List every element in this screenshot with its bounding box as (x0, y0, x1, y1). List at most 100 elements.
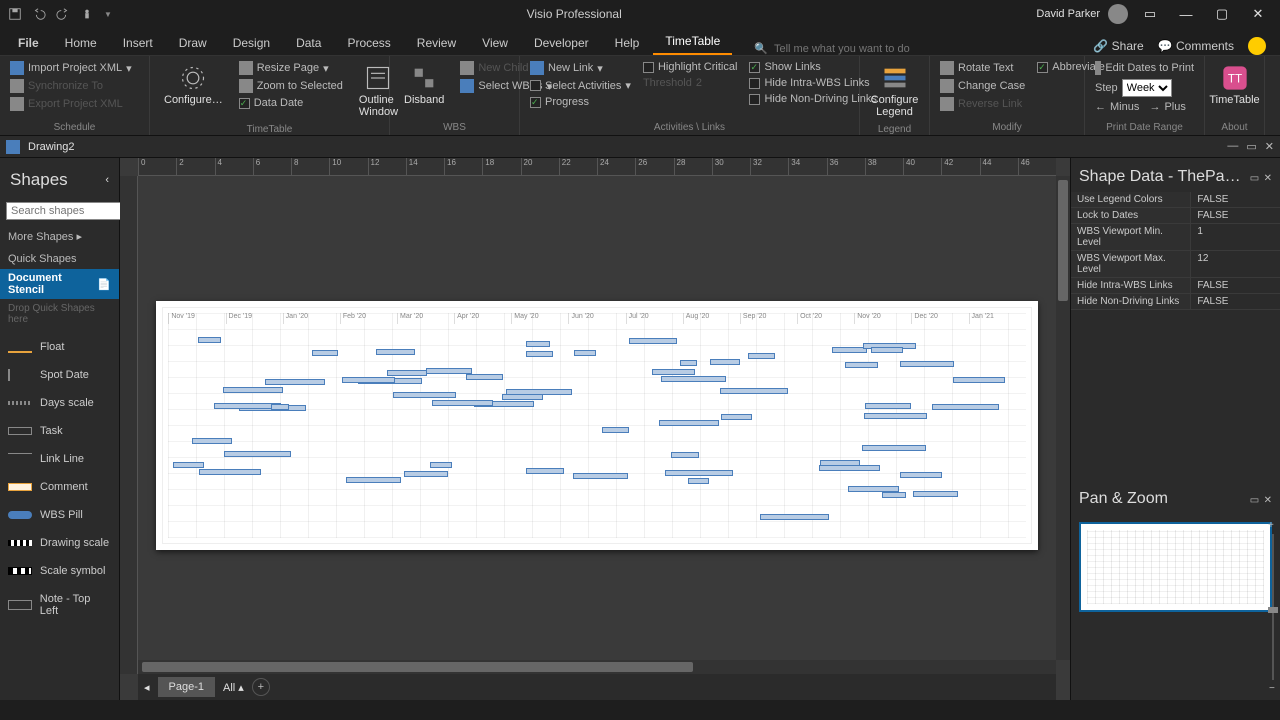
qat-dropdown-icon[interactable]: ▼ (104, 10, 112, 19)
threshold-button: Threshold 2 (641, 76, 739, 90)
page-tab-1[interactable]: Page-1 (158, 677, 215, 697)
rotate-text-button[interactable]: Rotate Text (938, 60, 1027, 76)
doc-restore-icon[interactable]: ▭ (1246, 140, 1256, 153)
comments-button[interactable]: 💬 Comments (1158, 39, 1234, 53)
horizontal-scrollbar[interactable] (138, 660, 1056, 674)
shape-float[interactable]: Float (0, 333, 119, 361)
minimize-icon[interactable]: — (1172, 7, 1200, 22)
maximize-icon[interactable]: ▢ (1208, 6, 1236, 22)
select-activities-button[interactable]: Select Activities ▾ (528, 78, 633, 93)
vertical-ruler (120, 176, 138, 674)
shapes-panel-title: Shapes (10, 170, 68, 190)
group-timetable-label: TimeTable (158, 122, 381, 135)
tab-insert[interactable]: Insert (111, 30, 165, 55)
group-modify-label: Modify (938, 120, 1076, 133)
shape-wbs-pill[interactable]: WBS Pill (0, 501, 119, 529)
import-project-xml-button[interactable]: Import Project XML ▾ (8, 60, 134, 76)
shape-note-top-left[interactable]: Note - Top Left (0, 585, 119, 625)
document-icon (6, 140, 20, 154)
shape-comment[interactable]: Comment (0, 473, 119, 501)
shape-scale-symbol[interactable]: Scale symbol (0, 557, 119, 585)
export-project-xml-button: Export Project XML (8, 96, 134, 112)
shapes-collapse-icon[interactable]: ‹ (105, 174, 109, 186)
progress-toggle[interactable]: Progress (528, 95, 633, 109)
stencil-pin-icon[interactable]: 📄 (97, 278, 111, 291)
undo-icon[interactable] (32, 7, 46, 21)
redo-icon[interactable] (56, 7, 70, 21)
shape-data-restore-icon[interactable]: ▭ (1250, 173, 1259, 184)
save-icon[interactable] (8, 7, 22, 21)
page-nav-prev-icon[interactable]: ◂ (144, 681, 150, 694)
avatar[interactable] (1108, 4, 1128, 24)
canvas[interactable]: Nov '19Dec '19Jan '20Feb '20Mar '20Apr '… (138, 176, 1056, 674)
disband-button[interactable]: Disband (398, 60, 450, 110)
tab-home[interactable]: Home (53, 30, 109, 55)
pan-zoom-thumbnail[interactable] (1079, 522, 1272, 612)
data-date-toggle[interactable]: Data Date (237, 96, 345, 110)
reverse-link-button: Reverse Link (938, 96, 1027, 112)
minus-plus-buttons[interactable]: ← Minus → Plus (1093, 100, 1196, 114)
resize-page-button[interactable]: Resize Page ▾ (237, 60, 345, 76)
tab-design[interactable]: Design (221, 30, 282, 55)
shape-data-row[interactable]: Hide Non-Driving LinksFALSE (1071, 294, 1280, 310)
group-activities-links-label: Activities \ Links (528, 120, 851, 133)
shape-data-close-icon[interactable]: ✕ (1264, 173, 1272, 184)
pan-zoom-close-icon[interactable]: ✕ (1264, 495, 1272, 506)
new-link-button[interactable]: New Link ▾ (528, 60, 633, 76)
tab-developer[interactable]: Developer (522, 30, 601, 55)
shape-data-row[interactable]: Use Legend ColorsFALSE (1071, 192, 1280, 208)
shape-data-row[interactable]: WBS Viewport Max. Level12 (1071, 251, 1280, 278)
share-button[interactable]: 🔗 Share (1093, 39, 1143, 53)
user-name[interactable]: David Parker (1036, 8, 1100, 20)
shape-days-scale[interactable]: Days scale (0, 389, 119, 417)
shape-task[interactable]: Task (0, 417, 119, 445)
about-button[interactable]: TT TimeTable (1213, 60, 1256, 110)
horizontal-ruler: 0246810121416182022242628303234363840424… (138, 158, 1056, 176)
tab-data[interactable]: Data (284, 30, 333, 55)
all-pages-button[interactable]: All ▴ (223, 681, 244, 694)
edit-dates-to-print-button[interactable]: Edit Dates to Print (1093, 60, 1196, 76)
shape-drawing-scale[interactable]: Drawing scale (0, 529, 119, 557)
svg-text:TT: TT (1227, 73, 1241, 86)
add-page-button[interactable]: + (252, 678, 270, 696)
feedback-icon[interactable] (1248, 37, 1266, 55)
shape-data-row[interactable]: Hide Intra-WBS LinksFALSE (1071, 278, 1280, 294)
configure-button[interactable]: Configure… (158, 60, 229, 110)
configure-legend-button[interactable]: Configure Legend (868, 60, 921, 122)
group-about-label: About (1213, 120, 1256, 133)
tab-help[interactable]: Help (603, 30, 652, 55)
change-case-button[interactable]: Change Case (938, 78, 1027, 94)
pan-zoom-panel-title: Pan & Zoom (1079, 490, 1168, 508)
tab-file[interactable]: File (6, 30, 51, 55)
touch-icon[interactable] (80, 7, 94, 21)
tell-me-input[interactable] (774, 43, 974, 55)
document-name[interactable]: Drawing2 (28, 141, 74, 153)
tab-draw[interactable]: Draw (167, 30, 219, 55)
shape-data-row[interactable]: WBS Viewport Min. Level1 (1071, 224, 1280, 251)
search-icon[interactable]: 🔍 (754, 42, 768, 55)
tab-process[interactable]: Process (335, 30, 402, 55)
doc-minimize-icon[interactable]: — (1227, 140, 1238, 153)
pan-zoom-restore-icon[interactable]: ▭ (1250, 495, 1259, 506)
shape-link-line[interactable]: Link Line (0, 445, 119, 473)
close-icon[interactable]: ✕ (1244, 6, 1272, 22)
step-select[interactable]: Step Week (1093, 78, 1196, 98)
tab-timetable[interactable]: TimeTable (653, 28, 732, 55)
zoom-slider[interactable]: + − (1268, 522, 1278, 692)
tab-view[interactable]: View (470, 30, 520, 55)
zoom-to-selected-button[interactable]: Zoom to Selected (237, 78, 345, 94)
drop-hint: Drop Quick Shapes here (0, 299, 119, 333)
ribbon-options-icon[interactable]: ▭ (1136, 6, 1164, 22)
doc-close-icon[interactable]: ✕ (1265, 140, 1274, 153)
vertical-scrollbar[interactable] (1056, 176, 1070, 660)
document-stencil-button[interactable]: Document Stencil📄 (0, 269, 119, 299)
gear-icon (179, 64, 207, 92)
tab-review[interactable]: Review (405, 30, 468, 55)
more-shapes-button[interactable]: More Shapes ▸ (0, 224, 119, 247)
highlight-critical-toggle[interactable]: Highlight Critical (641, 60, 739, 74)
disband-icon (410, 64, 438, 92)
shape-data-row[interactable]: Lock to DatesFALSE (1071, 208, 1280, 224)
group-print-label: Print Date Range (1093, 120, 1196, 133)
quick-shapes-button[interactable]: Quick Shapes (0, 247, 119, 269)
shape-spot-date[interactable]: Spot Date (0, 361, 119, 389)
